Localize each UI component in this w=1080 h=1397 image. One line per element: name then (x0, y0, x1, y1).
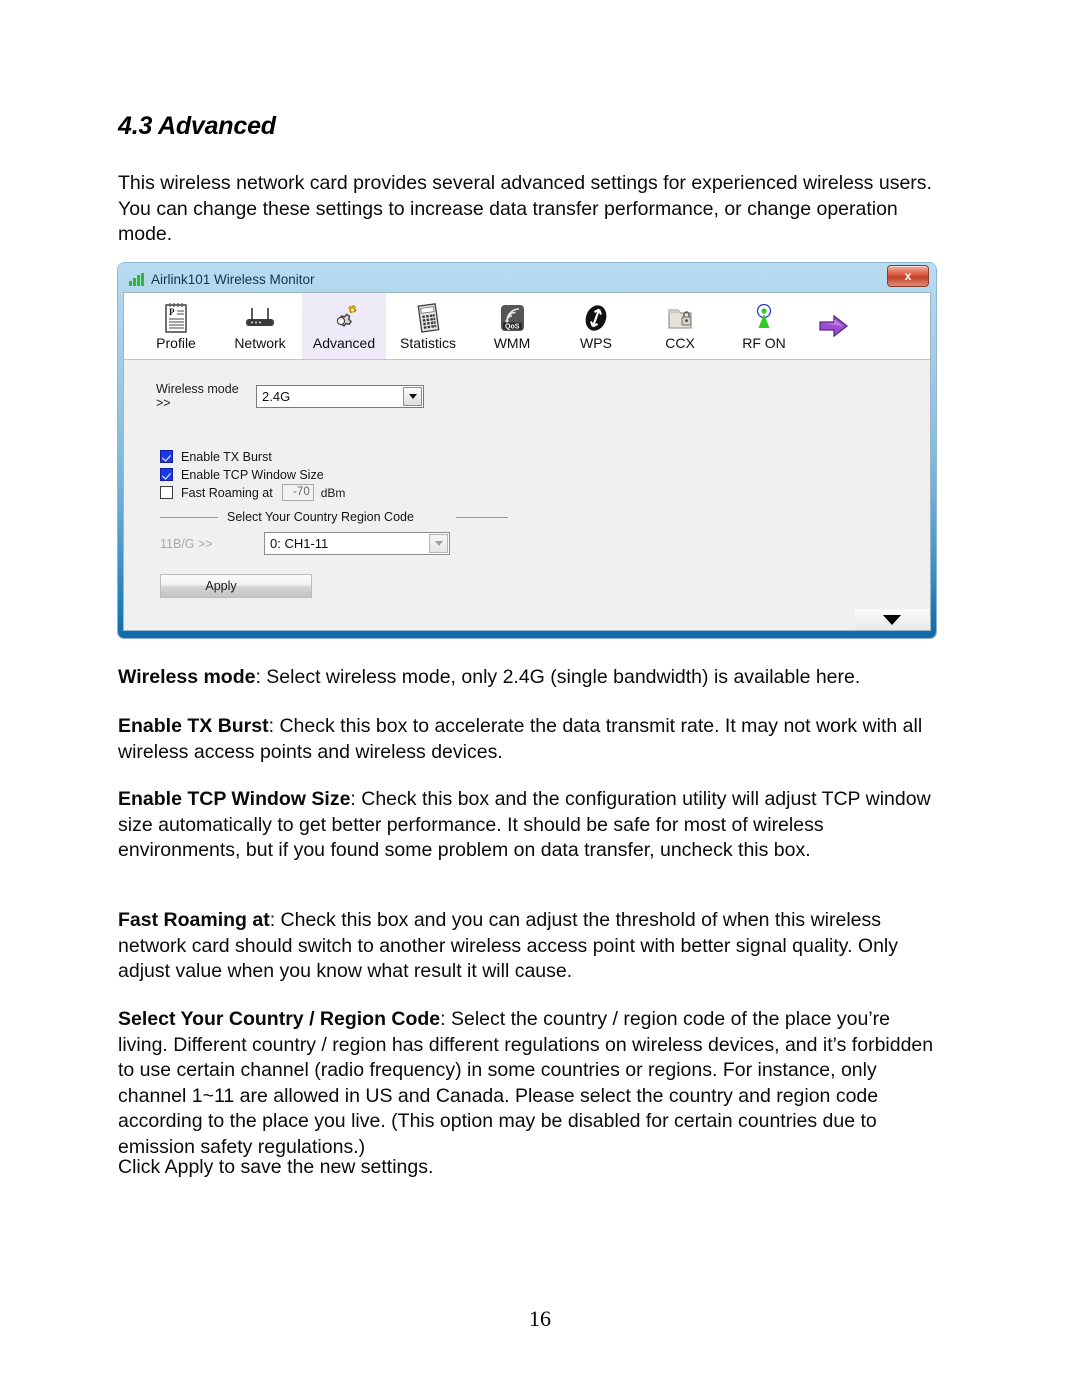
body-wireless-mode: : Select wireless mode, only 2.4G (singl… (255, 666, 861, 688)
folder-lock-icon (664, 301, 696, 335)
checkbox-group: Enable TX Burst Enable TCP Window Size F… (160, 448, 345, 502)
enable-tx-burst-checkbox[interactable] (160, 450, 173, 463)
wireless-mode-row: Wireless mode >> 2.4G (156, 382, 424, 410)
tab-rf-on[interactable]: RF ON (722, 293, 806, 359)
fast-roaming-unit-label: dBm (320, 485, 346, 500)
fast-roaming-label: Fast Roaming at (181, 485, 273, 500)
region-band-label: 11B/G >> (160, 536, 213, 551)
triangle-down-icon (883, 615, 901, 625)
tab-ccx-label: CCX (665, 335, 695, 351)
window-title: Airlink101 Wireless Monitor (151, 271, 315, 287)
signal-bars-logo-icon (129, 272, 144, 286)
scroll-down-button[interactable] (855, 609, 929, 630)
region-code-dropdown-button[interactable] (429, 534, 448, 553)
checkbox-row-tx-burst[interactable]: Enable TX Burst (160, 448, 345, 465)
profile-notepad-icon: P (161, 301, 191, 335)
enable-tcp-window-size-label: Enable TCP Window Size (181, 467, 324, 482)
country-region-groupbox: Select Your Country Region Code 11B/G >>… (160, 510, 508, 555)
page-number: 16 (529, 1306, 551, 1331)
wireless-mode-select[interactable]: 2.4G (256, 384, 424, 408)
paragraph-tx-burst: Enable TX Burst: Check this box to accel… (118, 714, 938, 765)
tab-ccx[interactable]: CCX (638, 293, 722, 359)
tab-profile-label: Profile (156, 335, 196, 351)
exit-button[interactable] (806, 293, 862, 359)
checkbox-row-tcp-window[interactable]: Enable TCP Window Size (160, 466, 345, 483)
main-toolbar: P Profile Network Advanced Statistics Qo… (124, 293, 930, 360)
purple-right-arrow-icon (817, 309, 851, 343)
close-button[interactable]: x (887, 265, 929, 287)
paragraph-fast-roaming: Fast Roaming at: Check this box and you … (118, 908, 938, 985)
checkbox-row-fast-roaming[interactable]: Fast Roaming at -70 dBm (160, 484, 345, 501)
wireless-mode-value: 2.4G (262, 388, 291, 404)
tab-statistics[interactable]: Statistics (386, 293, 470, 359)
qos-badge-icon: QoS (496, 301, 528, 335)
svg-text:QoS: QoS (505, 323, 520, 330)
fast-roaming-threshold-input[interactable]: -70 (281, 484, 314, 501)
svg-text:P: P (169, 307, 175, 317)
term-fast-roaming: Fast Roaming at (118, 909, 270, 931)
enable-tx-burst-label: Enable TX Burst (181, 449, 272, 464)
wireless-mode-dropdown-button[interactable] (403, 386, 422, 406)
document-page: 4.3 Advanced This wireless network card … (0, 0, 1080, 1397)
intro-paragraph: This wireless network card provides seve… (118, 172, 932, 246)
region-code-select[interactable]: 0: CH1-11 (264, 532, 450, 555)
tab-advanced-label: Advanced (312, 335, 376, 351)
tab-network[interactable]: Network (218, 293, 302, 359)
body-region-code: : Select the country / region code of th… (118, 1008, 934, 1158)
window-title-bar: Airlink101 Wireless Monitor x (121, 265, 933, 292)
window-client-area: P Profile Network Advanced Statistics Qo… (123, 292, 931, 631)
enable-tcp-window-size-checkbox[interactable] (160, 468, 173, 481)
term-wireless-mode: Wireless mode (118, 666, 256, 688)
region-code-row: 11B/G >> 0: CH1-11 (160, 532, 450, 555)
fast-roaming-checkbox[interactable] (160, 486, 173, 499)
tab-wmm[interactable]: QoS WMM (470, 293, 554, 359)
groupbox-line-right (456, 517, 508, 518)
paragraph-tcp-window: Enable TCP Window Size: Check this box a… (118, 787, 938, 864)
tab-wmm-label: WMM (493, 335, 531, 351)
wps-arrows-icon (580, 301, 612, 335)
wireless-mode-label: Wireless mode >> (156, 382, 239, 410)
paragraph-wireless-mode: Wireless mode: Select wireless mode, onl… (118, 665, 938, 691)
paragraph-region-code: Select Your Country / Region Code: Selec… (118, 1007, 938, 1161)
tab-wps-label: WPS (580, 335, 612, 351)
tab-rf-on-label: RF ON (742, 335, 786, 351)
chevron-down-icon (434, 541, 443, 546)
term-tx-burst: Enable TX Burst (118, 715, 269, 737)
tab-statistics-label: Statistics (399, 335, 456, 351)
tab-advanced[interactable]: Advanced (302, 293, 386, 359)
region-code-value: 0: CH1-11 (270, 536, 329, 551)
wireless-monitor-window: Airlink101 Wireless Monitor x P Profile … (118, 263, 936, 638)
router-icon (242, 301, 278, 335)
page-title: 4.3 Advanced (118, 112, 276, 140)
gears-icon (326, 301, 362, 335)
term-tcp-window: Enable TCP Window Size (118, 788, 351, 810)
antenna-icon (749, 301, 779, 335)
tab-network-label: Network (234, 335, 286, 351)
groupbox-line-left (160, 517, 218, 518)
term-region-code: Select Your Country / Region Code (118, 1008, 441, 1030)
country-region-group-title: Select Your Country Region Code (222, 510, 419, 524)
calculator-icon (413, 301, 443, 335)
chevron-down-icon (408, 393, 417, 399)
tab-wps[interactable]: WPS (554, 293, 638, 359)
advanced-settings-panel: Wireless mode >> 2.4G Enable TX Burst En… (124, 360, 930, 630)
apply-button[interactable]: Apply (160, 574, 312, 598)
tab-profile[interactable]: P Profile (134, 293, 218, 359)
paragraph-apply-note: Click Apply to save the new settings. (118, 1156, 434, 1178)
